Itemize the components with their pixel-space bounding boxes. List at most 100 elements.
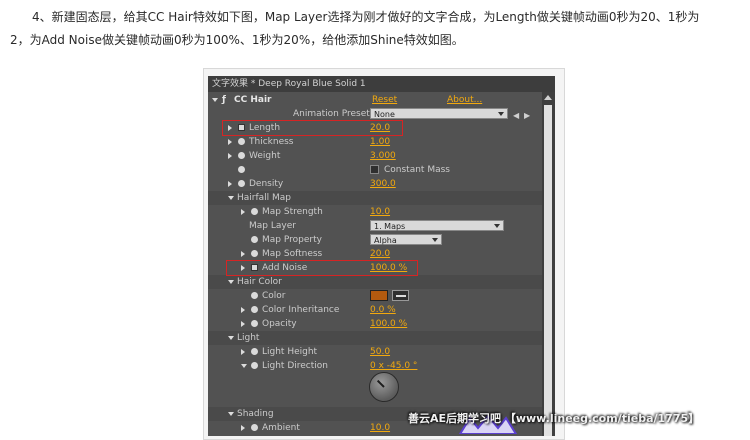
map-property-value: Alpha [374,236,397,245]
collapse-triangle-icon[interactable] [212,98,218,102]
article-paragraph: 4、新建固态层，给其CC Hair特效如下图，Map Layer选择为刚才做好的… [10,6,745,52]
stopwatch-icon[interactable] [251,208,258,215]
collapse-triangle-icon[interactable] [241,364,247,368]
highlight-add-noise [226,260,418,276]
param-row-opacity[interactable]: Opacity 100.0 % [208,317,542,331]
collapse-triangle-icon[interactable] [228,196,234,200]
expand-triangle-icon[interactable] [241,425,245,431]
param-row-color-inheritance[interactable]: Color Inheritance 0.0 % [208,303,542,317]
param-row-map-softness[interactable]: Map Softness 20.0 [208,247,542,261]
group-label-hairfall-map: Hairfall Map [237,193,292,203]
param-label-opacity: Opacity [262,319,297,329]
group-label-light: Light [237,333,260,343]
group-label-hair-color: Hair Color [237,277,282,287]
param-value-weight[interactable]: 3.000 [370,149,396,163]
color-swatch[interactable] [370,290,388,301]
param-label-light-height: Light Height [262,347,318,357]
animation-presets-row: Animation Presets: None ◀ ▶ [208,107,542,121]
stopwatch-icon[interactable] [251,236,258,243]
param-value-opacity[interactable]: 100.0 % [370,317,407,331]
map-property-dropdown[interactable]: Alpha [370,234,442,245]
about-link[interactable]: About... [447,93,482,107]
animation-presets-value: None [374,110,395,119]
chevron-down-icon [432,238,438,242]
param-label-map-strength: Map Strength [262,207,323,217]
expand-triangle-icon[interactable] [241,251,245,257]
watermark-text: 善云AE后期学习吧 【www.lineeg.com/tieba/1775】 [408,412,700,425]
chevron-down-icon [494,224,500,228]
stopwatch-icon[interactable] [251,292,258,299]
collapse-triangle-icon[interactable] [228,412,234,416]
expand-triangle-icon[interactable] [241,349,245,355]
expand-triangle-icon[interactable] [241,307,245,313]
param-label-map-layer: Map Layer [249,221,296,231]
panel-scrollbar[interactable] [542,92,555,436]
stopwatch-icon[interactable] [251,306,258,313]
expand-triangle-icon[interactable] [241,321,245,327]
stopwatch-icon[interactable] [251,424,258,431]
effect-name: CC Hair [234,95,272,105]
param-value-density[interactable]: 300.0 [370,177,396,191]
param-label-constant-mass: Constant Mass [384,165,450,175]
article-line-2: 2，为Add Noise做关键帧动画0秒为100%、1秒为20%，给他添加Shi… [10,33,464,47]
scrollbar-thumb[interactable] [544,105,552,436]
param-label-weight: Weight [249,151,281,161]
stopwatch-icon[interactable] [238,138,245,145]
group-label-shading: Shading [237,409,274,419]
panel-title: 文字效果 * Deep Royal Blue Solid 1 [208,76,555,92]
stopwatch-icon[interactable] [238,166,245,173]
param-row-thickness[interactable]: Thickness 1.00 [208,135,542,149]
chevron-down-icon [498,112,504,116]
reset-link[interactable]: Reset [372,93,397,107]
highlight-length [222,120,403,136]
effect-header-row[interactable]: ƒ CC Hair Reset About... [208,93,542,107]
map-layer-dropdown[interactable]: 1. Maps [370,220,504,231]
animation-presets-label: Animation Presets: [293,109,378,119]
param-value-map-softness[interactable]: 20.0 [370,247,390,261]
param-value-light-height[interactable]: 50.0 [370,345,390,359]
animation-presets-dropdown[interactable]: None [370,108,508,119]
effect-controls-panel: 文字效果 * Deep Royal Blue Solid 1 ƒ CC Hair… [208,76,555,436]
param-label-color: Color [262,291,286,301]
param-value-map-strength[interactable]: 10.0 [370,205,390,219]
scroll-up-icon[interactable] [544,95,552,100]
stopwatch-icon[interactable] [251,250,258,257]
fx-icon: ƒ [222,95,226,105]
stopwatch-icon[interactable] [238,180,245,187]
collapse-triangle-icon[interactable] [228,336,234,340]
param-value-color-inheritance[interactable]: 0.0 % [370,303,396,317]
eyedropper-icon[interactable] [392,290,409,301]
stopwatch-icon[interactable] [251,320,258,327]
group-light[interactable]: Light [208,331,542,345]
expand-triangle-icon[interactable] [241,209,245,215]
stopwatch-icon[interactable] [251,348,258,355]
expand-triangle-icon[interactable] [228,181,232,187]
param-label-light-direction: Light Direction [262,361,328,371]
stopwatch-icon[interactable] [238,152,245,159]
light-direction-dial[interactable] [369,372,399,402]
group-hair-color[interactable]: Hair Color [208,275,542,289]
param-row-density[interactable]: Density 300.0 [208,177,542,191]
param-label-map-softness: Map Softness [262,249,323,259]
group-hairfall-map[interactable]: Hairfall Map [208,191,542,205]
param-row-color[interactable]: Color [208,289,542,303]
param-value-thickness[interactable]: 1.00 [370,135,390,149]
param-label-ambient: Ambient [262,423,300,433]
param-value-ambient[interactable]: 10.0 [370,421,390,435]
param-row-light-height[interactable]: Light Height 50.0 [208,345,542,359]
param-row-map-strength[interactable]: Map Strength 10.0 [208,205,542,219]
map-layer-value: 1. Maps [374,222,406,231]
param-label-color-inheritance: Color Inheritance [262,305,340,315]
param-row-weight[interactable]: Weight 3.000 [208,149,542,163]
param-row-map-layer[interactable]: Map Layer 1. Maps [208,219,542,233]
param-row-constant-mass[interactable]: Constant Mass [208,163,542,177]
param-row-map-property[interactable]: Map Property Alpha [208,233,542,247]
param-row-light-direction[interactable]: Light Direction 0 x -45.0 ° [208,359,542,373]
stopwatch-icon[interactable] [251,362,258,369]
collapse-triangle-icon[interactable] [228,280,234,284]
expand-triangle-icon[interactable] [228,153,232,159]
param-label-map-property: Map Property [262,235,322,245]
constant-mass-checkbox[interactable] [370,165,379,174]
expand-triangle-icon[interactable] [228,139,232,145]
param-value-light-direction[interactable]: 0 x -45.0 ° [370,359,417,373]
